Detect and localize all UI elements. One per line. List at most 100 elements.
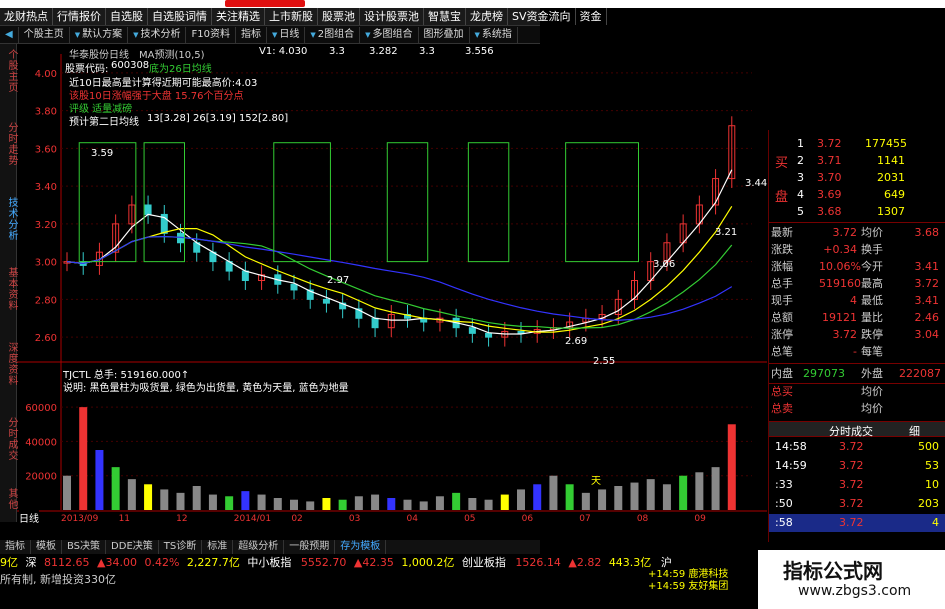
nav-item[interactable]: 自选股 bbox=[106, 8, 148, 25]
signal-box bbox=[273, 142, 331, 263]
ma-value-1: 3.3 bbox=[329, 46, 345, 57]
nav-item[interactable]: 上市新股 bbox=[265, 8, 318, 25]
volume-bar bbox=[257, 494, 266, 510]
bid-level: 3 bbox=[797, 171, 804, 184]
x-tick-label: 06 bbox=[522, 514, 534, 522]
toolbar-default-scheme[interactable]: 默认方案 bbox=[70, 26, 129, 43]
volume-bar bbox=[549, 475, 558, 510]
toolbar-daily[interactable]: 日线 bbox=[267, 26, 306, 43]
price-tick-label: 3.40 bbox=[35, 182, 57, 193]
nav-item[interactable]: 行情报价 bbox=[53, 8, 106, 25]
nav-item[interactable]: 智慧宝 bbox=[424, 8, 466, 25]
nav-item[interactable]: 龙虎榜 bbox=[466, 8, 508, 25]
stat-value: 3.68 bbox=[914, 226, 940, 239]
toolbar-2chart[interactable]: 2图组合 bbox=[305, 26, 361, 43]
nav-item[interactable]: 自选股词情 bbox=[148, 8, 212, 25]
annotation-2-97: 2.97 bbox=[327, 275, 350, 286]
bottom-tab[interactable]: 模板 bbox=[31, 540, 62, 554]
stat-value: 3.72 bbox=[832, 226, 858, 239]
volume-bar bbox=[241, 491, 250, 510]
volume-bar bbox=[192, 486, 201, 510]
outer-label: 外盘 bbox=[861, 367, 883, 380]
volume-bar bbox=[565, 484, 574, 510]
ticker-zxb-chg: ▲42.35 bbox=[353, 556, 394, 569]
ma-value-3: 3.3 bbox=[419, 46, 435, 57]
trades-header[interactable]: 分时成交 细 bbox=[769, 421, 945, 439]
ltab-home[interactable]: 个股主页 bbox=[0, 46, 17, 96]
ltab-trades[interactable]: 分时成交 bbox=[0, 409, 17, 469]
ltab-tech[interactable]: 技术分析 bbox=[0, 189, 17, 249]
bottom-tab[interactable]: DDE决策 bbox=[106, 540, 159, 554]
bottom-tab[interactable]: BS决策 bbox=[62, 540, 107, 554]
volume-tick-label: 20000 bbox=[25, 472, 57, 483]
stat-value: 519160 bbox=[819, 277, 861, 290]
total-sell-row: 总卖 均价 bbox=[769, 401, 945, 417]
signal-box bbox=[386, 142, 429, 263]
nav-item[interactable]: 资金 bbox=[576, 8, 607, 25]
volume-bar bbox=[225, 496, 234, 510]
zongmai2-label: 总卖 bbox=[771, 402, 793, 415]
status-alert-1[interactable]: +14:59 鹿港科技 bbox=[648, 569, 728, 581]
toolbar-multichart[interactable]: 多图组合 bbox=[360, 26, 419, 43]
x-tick-label: 08 bbox=[637, 514, 649, 522]
bottom-tab[interactable]: 标准 bbox=[202, 540, 234, 554]
bottom-tab[interactable]: 一般预期 bbox=[284, 540, 336, 554]
trade-row: 14:59 3.72 53 bbox=[769, 458, 945, 474]
ltab-deep[interactable]: 深度资料 bbox=[0, 334, 17, 394]
bid-price: 3.72 bbox=[817, 137, 842, 150]
trade-row: :33 3.72 10 bbox=[769, 477, 945, 493]
ltab-intraday[interactable]: 分时走势 bbox=[0, 114, 17, 174]
volume-bar bbox=[646, 479, 655, 510]
trades-detail-button[interactable]: 细 bbox=[909, 423, 920, 439]
toolbar-f10[interactable]: F10资料 bbox=[186, 26, 236, 43]
toolbar-home[interactable]: 个股主页 bbox=[19, 26, 70, 43]
trade-price: 3.72 bbox=[839, 459, 864, 472]
status-alert-2[interactable]: +14:59 友好集团 bbox=[648, 581, 728, 593]
quote-panel: 买盘 1 3.72 177455 2 3.71 1141 3 3.70 2031 4 3.69 649 5… bbox=[768, 130, 945, 542]
bid-level: 2 bbox=[797, 154, 804, 167]
bottom-tab[interactable]: 超级分析 bbox=[233, 540, 285, 554]
volume-bar bbox=[695, 472, 704, 510]
stat-row: 总手 519160 最高 3.72 bbox=[769, 276, 945, 292]
info-line-5-values: 13[3.28] 26[3.19] 152[2.80] bbox=[147, 113, 289, 124]
bottom-tab[interactable]: 指标 bbox=[0, 540, 31, 554]
bid-row: 3 3.70 2031 bbox=[769, 170, 945, 186]
stat-label: 每笔 bbox=[861, 345, 883, 358]
toolbar-overlay[interactable]: 图形叠加 bbox=[419, 26, 470, 43]
nav-item[interactable]: 关注精选 bbox=[212, 8, 265, 25]
chart-area[interactable]: 4.00 3.80 3.60 3.40 3.20 3.00 2.80 2.60 60000 400… bbox=[17, 44, 767, 525]
trade-row: :58 3.72 4 bbox=[769, 515, 945, 531]
toolbar-tech-analysis[interactable]: 技术分析 bbox=[128, 26, 187, 43]
bottom-tab[interactable]: TS诊断 bbox=[159, 540, 203, 554]
trade-time: :58 bbox=[775, 516, 793, 529]
volume-bar bbox=[533, 484, 542, 510]
volume-bar bbox=[127, 479, 136, 510]
nav-item[interactable]: 龙财热点 bbox=[0, 8, 53, 25]
ltab-basic[interactable]: 基本资料 bbox=[0, 259, 17, 319]
bottom-tab[interactable]: 存为模板 bbox=[335, 540, 387, 554]
nav-item[interactable]: 设计股票池 bbox=[360, 8, 424, 25]
trade-row: 14:58 3.72 500 bbox=[769, 439, 945, 455]
stat-row: 总额 19121 量比 2.46 bbox=[769, 310, 945, 326]
top-navigation: 龙财热点 行情报价 自选股 自选股词情 关注精选 上市新股 股票池 设计股票池 智慧宝 龙虎榜 SV… bbox=[0, 8, 607, 26]
stat-label: 涨停 bbox=[771, 328, 793, 341]
x-tick-label: 12 bbox=[176, 514, 187, 522]
stat-value: 3.41 bbox=[914, 294, 940, 307]
bid-level: 4 bbox=[797, 188, 804, 201]
nav-item[interactable]: 股票池 bbox=[318, 8, 360, 25]
toolbar-indicator[interactable]: 指标 bbox=[236, 26, 267, 43]
ticker-sz-chg: ▲34.00 bbox=[97, 556, 137, 569]
price-tick-label: 4.00 bbox=[35, 69, 57, 80]
zongmai-label: 总买 bbox=[771, 385, 793, 398]
ltab-other[interactable]: 其他 bbox=[0, 484, 17, 514]
nav-item[interactable]: SV资金流向 bbox=[508, 8, 576, 25]
stock-title: 华泰股份日线 bbox=[69, 50, 129, 61]
volume-desc: 说明: 黑色量柱为吸货量, 绿色为出货量, 黄色为天量, 蓝色为地量 bbox=[63, 383, 349, 394]
trade-volume: 203 bbox=[918, 497, 939, 510]
period-label[interactable]: 日线 bbox=[19, 510, 39, 525]
toolbar-system[interactable]: 系统指 bbox=[470, 26, 518, 43]
volume-bar bbox=[727, 424, 736, 510]
trade-volume: 500 bbox=[918, 440, 939, 453]
bid-level: 5 bbox=[797, 205, 804, 218]
toolbar-back-icon[interactable]: ◀ bbox=[0, 26, 19, 43]
